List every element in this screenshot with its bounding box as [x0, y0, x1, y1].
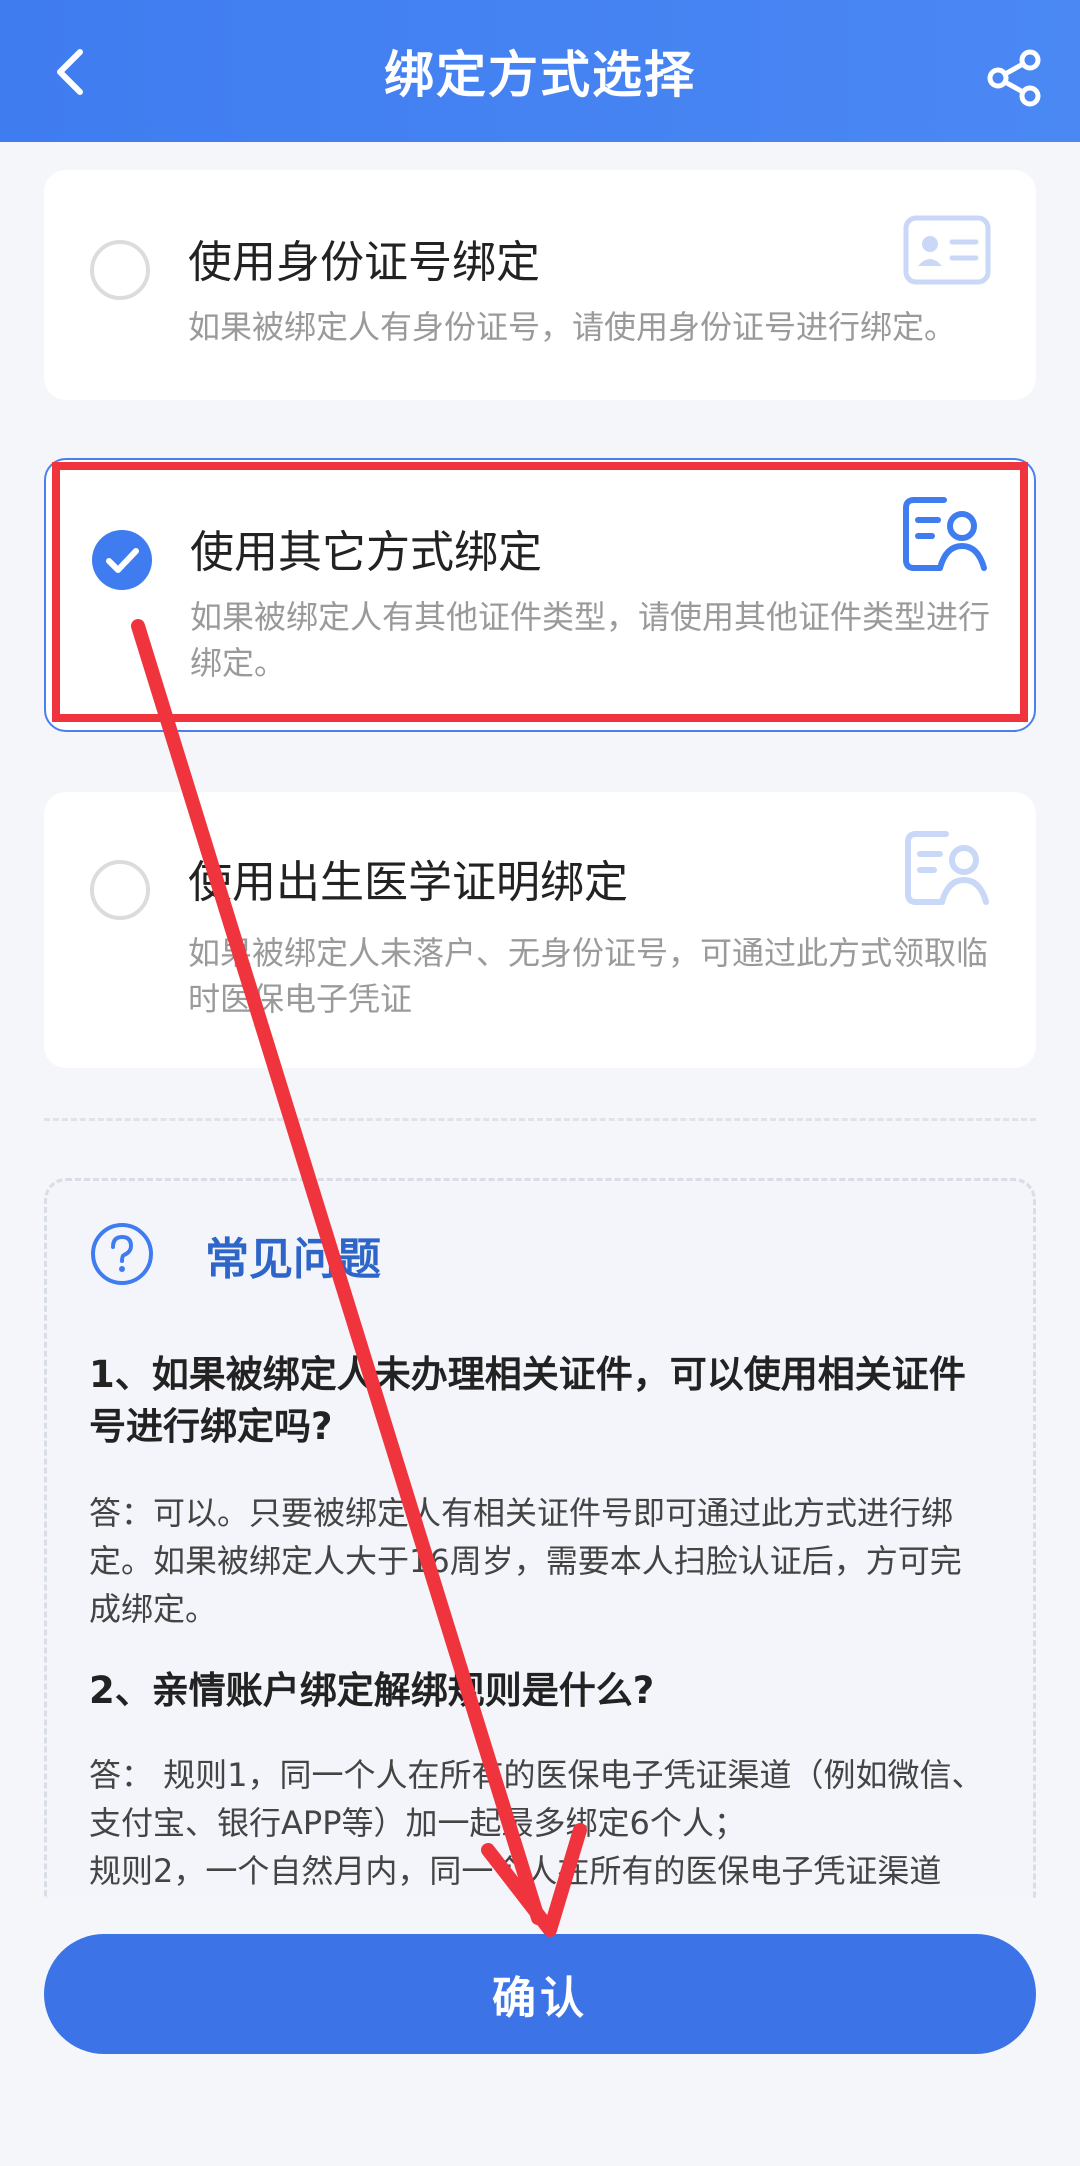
id-card-icon: [903, 215, 991, 285]
option-desc: 如果被绑定人有身份证号，请使用身份证号进行绑定。: [188, 308, 957, 346]
faq-answer: 规则2，一个自然月内，同一个人在所有的医保电子凭证渠道: [89, 1852, 942, 1890]
option-desc: 如果被绑定人有其他证件类型，请使用其他证件类型进行绑定。: [190, 598, 991, 682]
option-birth-cert[interactable]: 使用出生医学证明绑定 如果被绑定人未落户、无身份证号，可通过此方式领取临时医保电…: [44, 792, 1036, 1068]
page-title: 绑定方式选择: [384, 46, 696, 104]
checkmark-icon: [106, 548, 139, 573]
option-title: 使用其它方式绑定: [190, 527, 542, 578]
option-desc: 如果被绑定人未落户、无身份证号，可通过此方式领取临时医保电子凭证: [188, 934, 989, 1018]
radio-checked[interactable]: [92, 530, 152, 590]
faq-panel: 常见问题 1、如果被绑定人未办理相关证件，可以使用相关证件号进行绑定吗? 答：可…: [44, 1178, 1036, 1898]
back-arrow-icon[interactable]: [44, 44, 100, 100]
option-id-card[interactable]: 使用身份证号绑定 如果被绑定人有身份证号，请使用身份证号进行绑定。: [44, 170, 1036, 400]
share-icon[interactable]: [984, 48, 1044, 108]
option-title: 使用出生医学证明绑定: [188, 857, 628, 908]
faq-title: 常见问题: [205, 1234, 381, 1285]
document-person-icon: [905, 831, 989, 905]
faq-question: 2、亲情账户绑定解绑规则是什么?: [89, 1669, 655, 1712]
option-other-id[interactable]: 使用其它方式绑定 如果被绑定人有其他证件类型，请使用其他证件类型进行绑定。: [44, 458, 1036, 732]
option-title: 使用身份证号绑定: [188, 237, 540, 288]
question-circle-icon: [91, 1223, 153, 1285]
confirm-button[interactable]: 确认: [44, 1934, 1036, 2054]
faq-question: 1、如果被绑定人未办理相关证件，可以使用相关证件号进行绑定吗?: [89, 1353, 966, 1448]
divider: [44, 1118, 1036, 1121]
radio-unchecked[interactable]: [90, 240, 150, 300]
faq-answer: 答： 规则1，同一个人在所有的医保电子凭证渠道（例如微信、支付宝、银行APP等）…: [89, 1756, 984, 1842]
document-person-icon: [903, 497, 987, 571]
faq-answer: 答：可以。只要被绑定人有相关证件号即可通过此方式进行绑定。如果被绑定人大于16周…: [89, 1494, 962, 1628]
radio-unchecked[interactable]: [90, 860, 150, 920]
header-bar: 绑定方式选择: [0, 0, 1080, 142]
